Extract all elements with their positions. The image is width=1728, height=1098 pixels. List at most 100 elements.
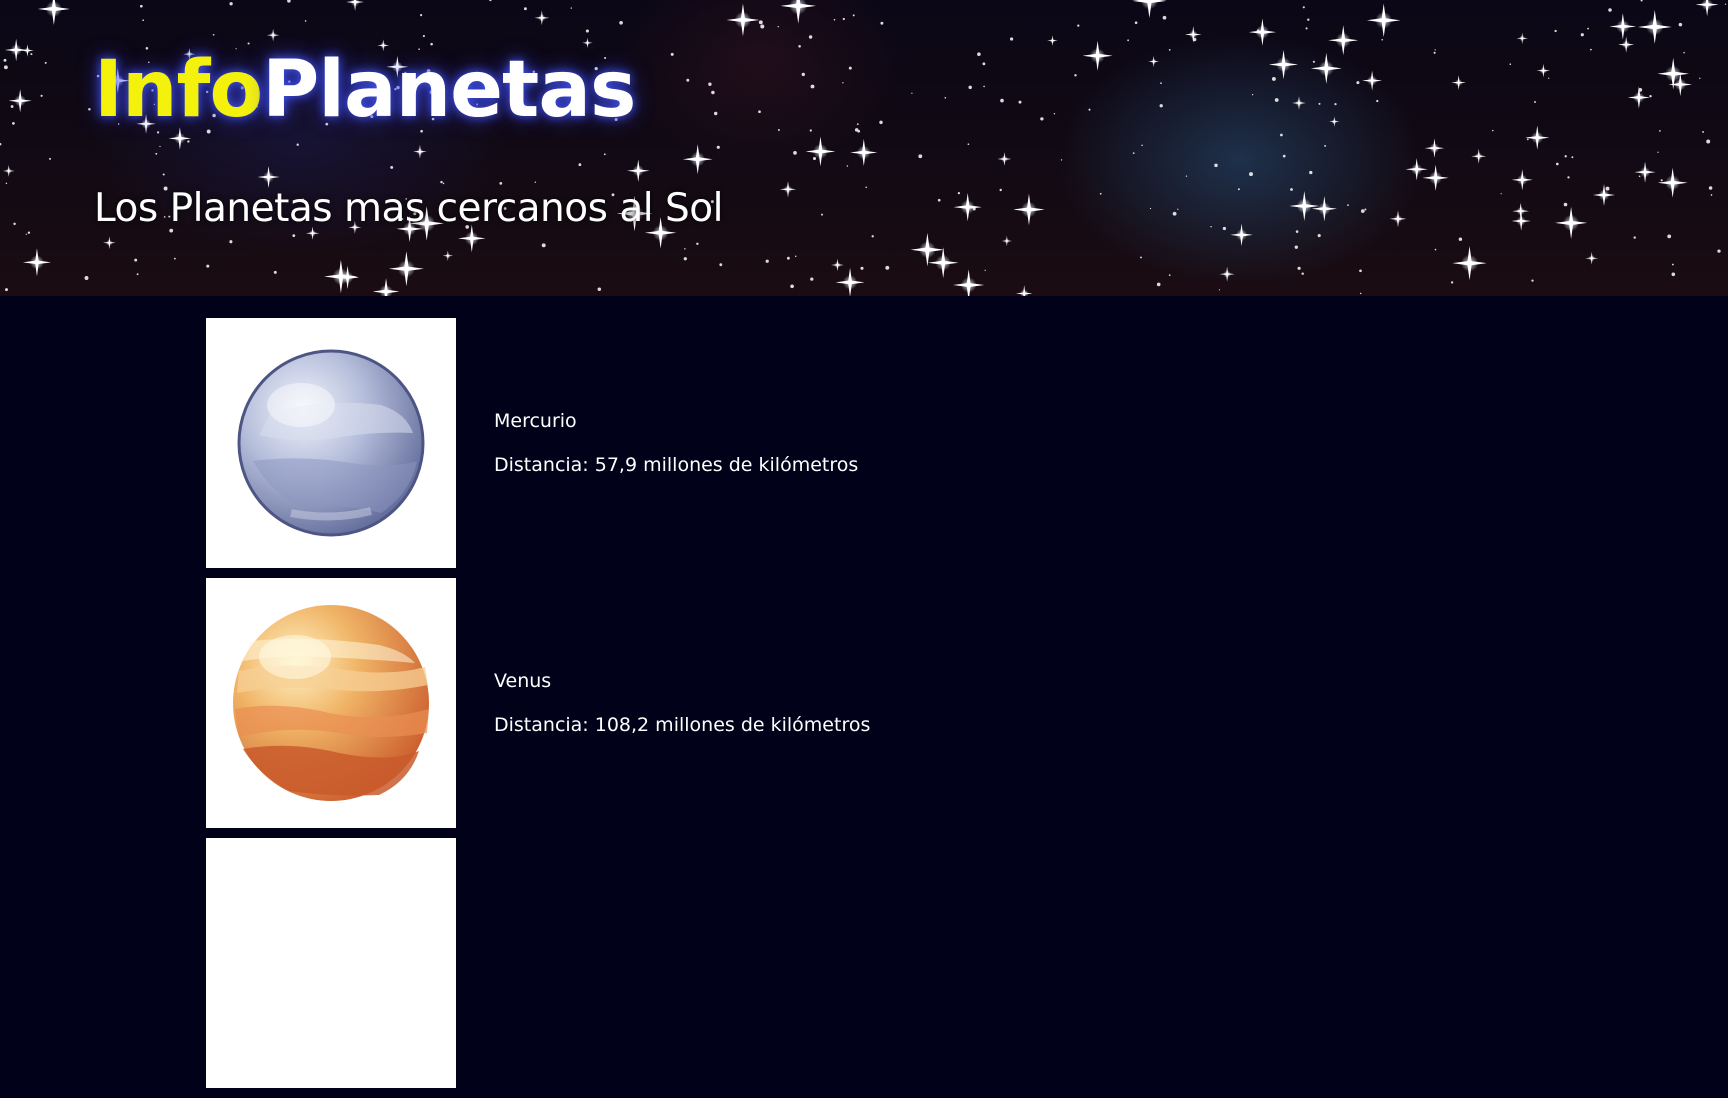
star-sparkle (1328, 25, 1359, 56)
star-dot (585, 29, 589, 33)
star-dot (911, 92, 913, 94)
star-dot (1347, 204, 1349, 206)
star-dot (134, 258, 138, 262)
star-dot (786, 256, 790, 260)
star-dot (1671, 263, 1674, 266)
star-sparkle (257, 166, 280, 189)
star-dot (1671, 272, 1676, 277)
star-sparkle (953, 193, 982, 222)
star-sparkle (1609, 13, 1637, 40)
star-sparkle (726, 3, 760, 37)
star-sparkle (1219, 266, 1235, 282)
star-dot (44, 61, 47, 64)
star-dot (821, 213, 823, 216)
star-dot (49, 157, 51, 160)
star-dot (173, 257, 176, 260)
star-dot (879, 120, 883, 125)
star-dot (808, 35, 813, 39)
star-dot (442, 182, 445, 185)
star-sparkle (1310, 52, 1342, 84)
star-dot (489, 0, 492, 2)
star-sparkle (1511, 169, 1533, 191)
star-sparkle (1268, 49, 1299, 80)
star-dot (1657, 151, 1659, 153)
star-dot (162, 173, 165, 176)
star-sparkle (1471, 148, 1487, 164)
star-sparkle (805, 136, 836, 167)
star-sparkle (1230, 223, 1253, 247)
star-dot (852, 14, 855, 17)
star-sparkle (1451, 75, 1466, 90)
star-dot (1509, 63, 1512, 65)
star-sparkle (1362, 70, 1383, 91)
star-dot (842, 82, 844, 84)
star-dot (1172, 211, 1177, 216)
star-sparkle (1555, 206, 1588, 239)
star-sparkle (22, 248, 51, 277)
star-dot (229, 2, 233, 6)
star-dot (1162, 15, 1167, 20)
star-sparkle (1389, 210, 1407, 228)
star-sparkle (780, 0, 816, 24)
star-dot (570, 7, 572, 9)
star-dot (1667, 234, 1672, 239)
star-dot (719, 263, 723, 267)
star-sparkle (997, 152, 1012, 166)
star-sparkle (1013, 193, 1045, 226)
star-dot (27, 231, 31, 234)
star-dot (708, 82, 712, 86)
star-dot (1554, 29, 1557, 33)
star-dot (1563, 202, 1568, 207)
star-dot (967, 143, 970, 146)
star-dot (777, 129, 780, 131)
star-dot (1251, 94, 1254, 96)
star-dot (1290, 188, 1293, 191)
star-dot (810, 277, 814, 281)
star-dot (999, 188, 1002, 192)
star-dot (865, 186, 867, 189)
star-sparkle (1184, 26, 1202, 43)
star-sparkle (1132, 0, 1167, 18)
star-dot (1309, 170, 1313, 175)
star-dot (683, 257, 687, 261)
star-dot (619, 20, 623, 25)
star-dot (1140, 256, 1142, 259)
star-sparkle (1593, 184, 1615, 206)
star-dot (842, 17, 845, 21)
star-dot (968, 85, 972, 90)
star-dot (1434, 248, 1437, 251)
star-dot (1633, 236, 1636, 239)
star-dot (1185, 175, 1188, 177)
star-sparkle (1148, 55, 1160, 68)
star-sparkle (1015, 285, 1033, 296)
page-subtitle: Los Planetas mas cercanos al Sol (94, 186, 723, 231)
star-dot (1359, 292, 1362, 295)
star-dot (1210, 225, 1212, 228)
star-sparkle (1657, 167, 1688, 198)
star-dot (983, 85, 985, 88)
star-dot (1324, 144, 1327, 147)
star-dot (670, 52, 674, 56)
star-sparkle (682, 144, 713, 175)
star-dot (440, 180, 443, 184)
star-sparkle (8, 89, 32, 113)
star-dot (812, 156, 817, 161)
star-dot (40, 94, 43, 97)
planet-card-venus: Venus Distancia: 108,2 millones de kilóm… (206, 578, 1506, 828)
star-dot (304, 20, 307, 22)
star-dot (1702, 130, 1705, 133)
star-dot (977, 52, 981, 56)
site-logo[interactable]: InfoPlanetas (94, 44, 636, 138)
star-dot (578, 163, 582, 167)
star-dot (765, 259, 769, 263)
planet-name: Venus (494, 670, 552, 692)
star-dot (1458, 237, 1463, 241)
star-dot (1168, 49, 1171, 51)
star-dot (686, 78, 690, 82)
planet-name: Mercurio (494, 410, 577, 432)
star-dot (1280, 133, 1283, 137)
star-dot (1724, 3, 1727, 5)
star-dot (5, 288, 8, 292)
star-sparkle (1627, 86, 1650, 109)
star-dot (287, 0, 291, 3)
